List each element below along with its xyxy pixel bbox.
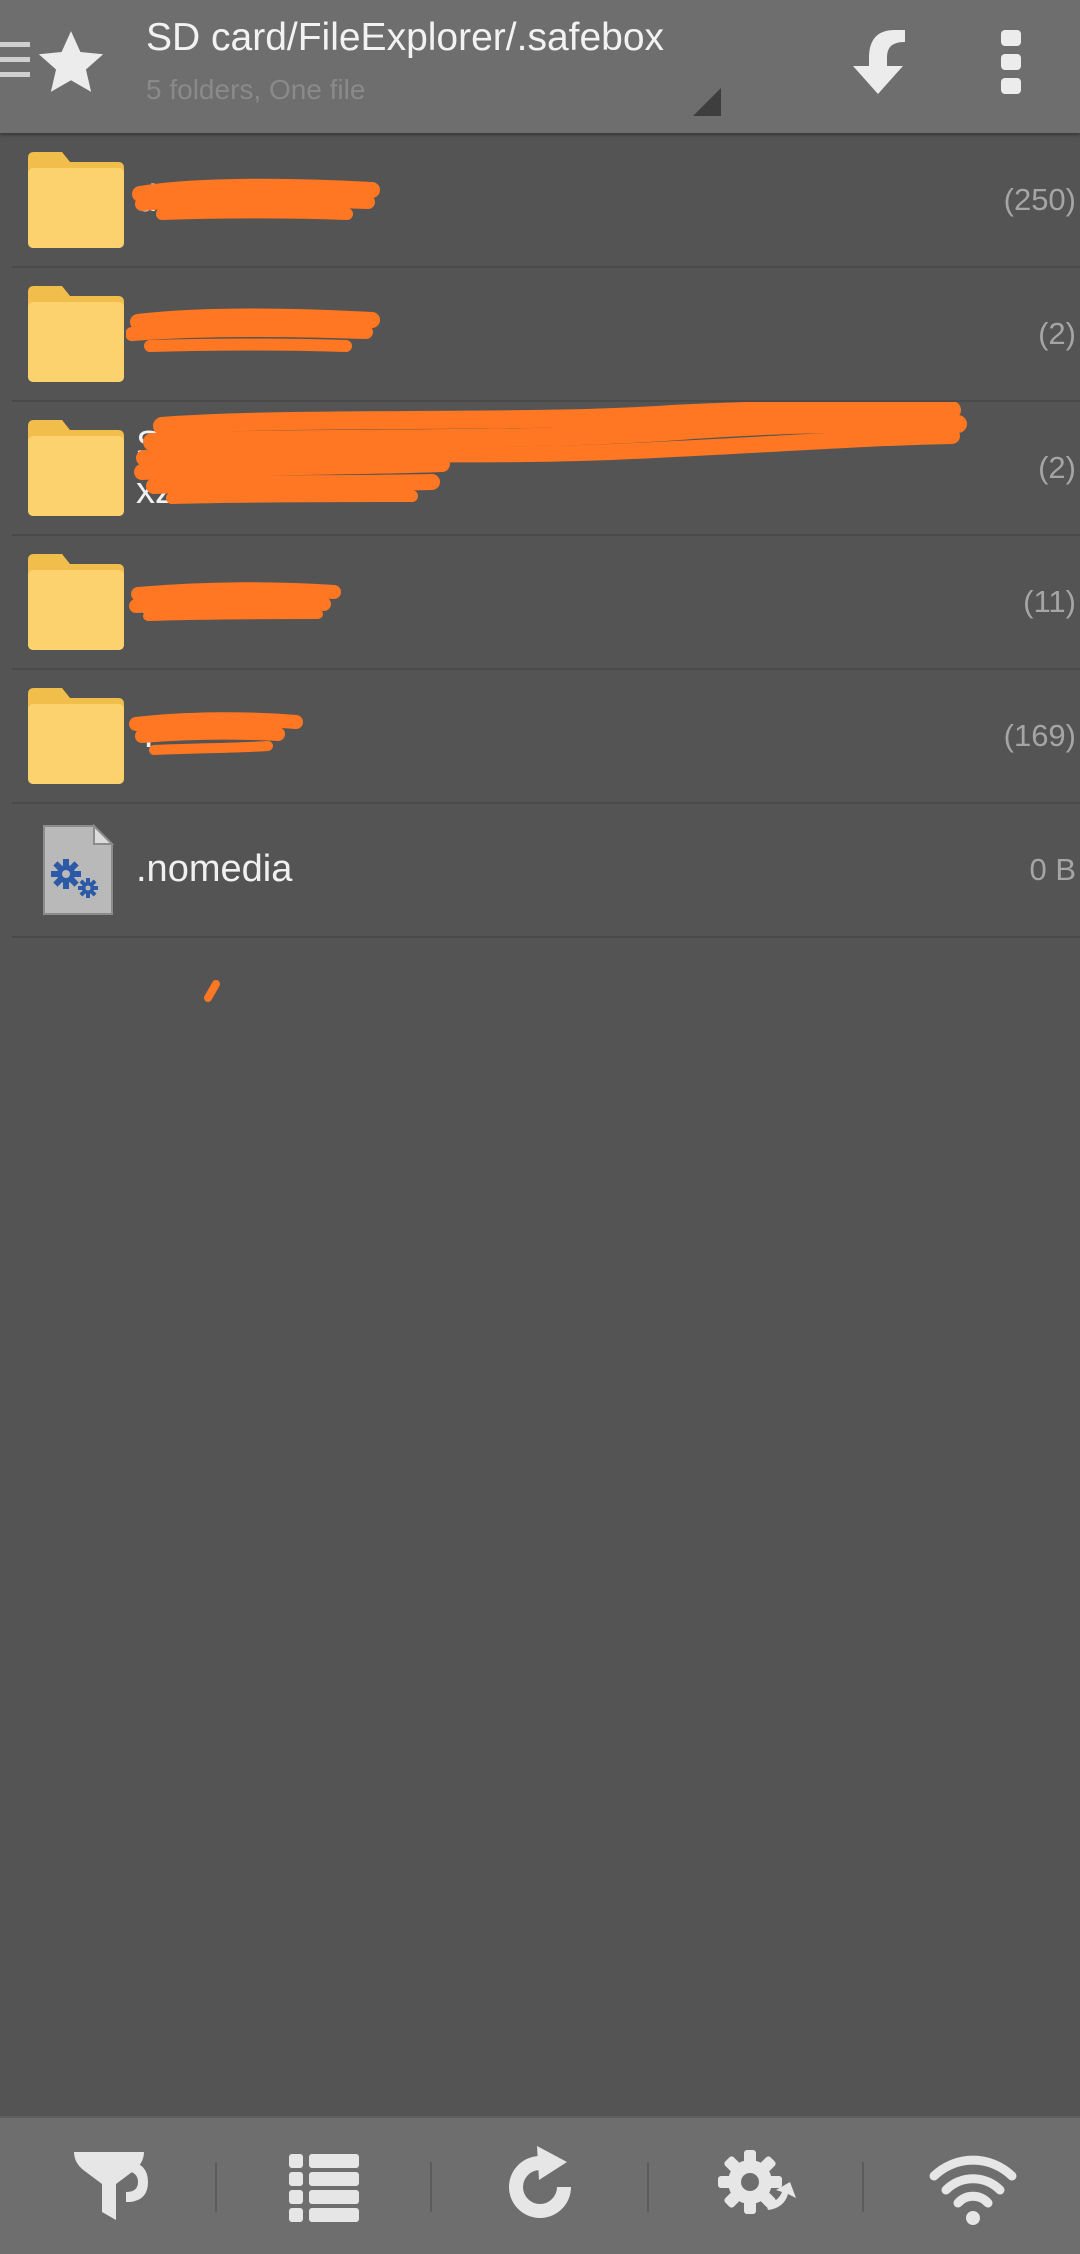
arrow-up-folder-icon[interactable] <box>843 26 913 98</box>
item-count: (2) <box>1038 316 1076 351</box>
file-size: 0 B <box>1029 852 1076 887</box>
folder-name: S <box>136 580 162 622</box>
folder-icon <box>28 688 124 784</box>
folder-row[interactable]: d (250) <box>12 134 1080 268</box>
dropdown-corner-icon[interactable] <box>693 88 721 116</box>
file-list: d (250) (2) Sh xz (2) S (11) Y (169) .no… <box>0 134 1080 938</box>
refresh-icon[interactable] <box>495 2142 585 2232</box>
file-row[interactable]: .nomedia 0 B <box>12 804 1080 938</box>
current-path[interactable]: SD card/FileExplorer/.safebox <box>146 16 664 60</box>
list-view-icon[interactable] <box>279 2142 369 2232</box>
top-app-bar: SD card/FileExplorer/.safebox 5 folders,… <box>0 0 1080 133</box>
item-count: (11) <box>1023 584 1076 619</box>
star-icon[interactable] <box>32 24 110 102</box>
folder-row[interactable]: S (11) <box>12 536 1080 670</box>
item-count: (250) <box>1003 182 1076 217</box>
toolbar-divider <box>647 2162 649 2212</box>
wifi-icon[interactable] <box>928 2142 1018 2232</box>
item-count: (2) <box>1038 450 1076 485</box>
folder-name: d <box>136 178 158 220</box>
filter-icon[interactable] <box>64 2142 154 2232</box>
redaction-mark <box>132 178 380 220</box>
folder-name-line2: xz <box>136 470 174 512</box>
redaction-mark <box>126 308 380 352</box>
file-explorer-app: SD card/FileExplorer/.safebox 5 folders,… <box>0 0 1080 2254</box>
folder-name: Sh xz <box>136 422 636 514</box>
folder-icon <box>28 286 124 382</box>
item-count: (169) <box>1003 718 1076 753</box>
more-vert-icon[interactable] <box>992 26 1030 98</box>
folder-icon <box>28 152 124 248</box>
folder-icon <box>28 420 124 516</box>
folder-row[interactable]: Y (169) <box>12 670 1080 804</box>
settings-icon[interactable] <box>710 2142 800 2232</box>
stray-mark <box>204 980 220 1002</box>
hamburger-icon[interactable] <box>0 36 30 84</box>
folder-summary: 5 folders, One file <box>146 74 366 105</box>
toolbar-divider <box>215 2162 217 2212</box>
folder-row[interactable]: Sh xz (2) <box>12 402 1080 536</box>
folder-icon <box>28 554 124 650</box>
toolbar-divider <box>862 2162 864 2212</box>
folder-name: Y <box>136 714 162 756</box>
settings-file-icon <box>43 823 115 915</box>
bottom-toolbar <box>0 2116 1080 2254</box>
folder-row[interactable]: (2) <box>12 268 1080 402</box>
file-name: .nomedia <box>136 848 293 890</box>
folder-name-line1: Sh <box>136 424 183 466</box>
toolbar-divider <box>430 2162 432 2212</box>
